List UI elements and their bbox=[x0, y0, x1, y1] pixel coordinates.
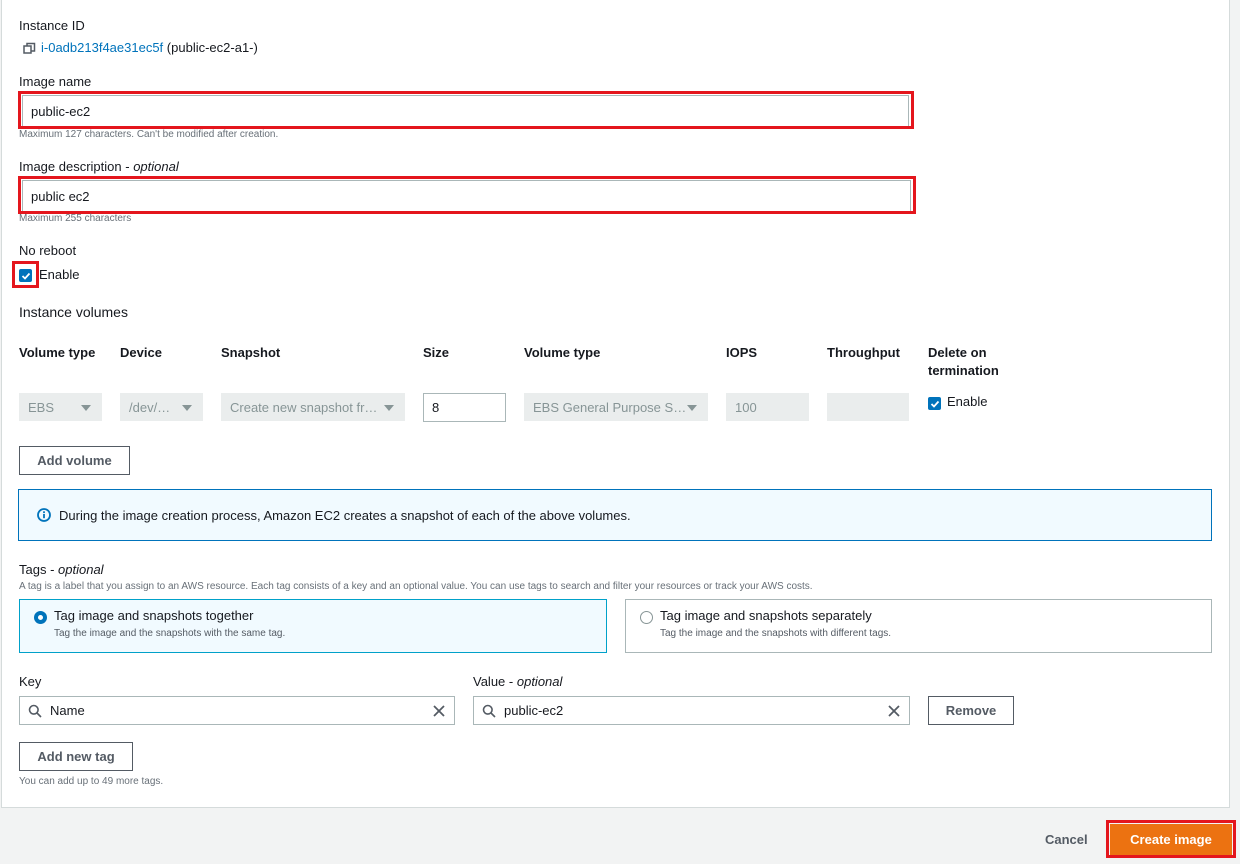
caret-down-icon bbox=[182, 405, 192, 411]
tag-separately-title: Tag image and snapshots separately bbox=[660, 608, 872, 623]
image-description-input[interactable]: public ec2 bbox=[22, 180, 911, 212]
col-header-throughput: Throughput bbox=[827, 345, 900, 360]
cancel-button[interactable]: Cancel bbox=[1045, 832, 1088, 847]
tags-label: Tags bbox=[19, 562, 47, 577]
no-reboot-enable-label: Enable bbox=[39, 267, 80, 282]
tag-together-desc: Tag the image and the snapshots with the… bbox=[54, 628, 286, 639]
col-header-volume-type: Volume type bbox=[19, 345, 96, 360]
image-description-label: Image description bbox=[19, 159, 122, 174]
info-icon bbox=[37, 508, 51, 522]
tag-value-label: Value bbox=[473, 674, 506, 689]
add-new-tag-button[interactable]: Add new tag bbox=[19, 742, 133, 771]
create-image-button[interactable]: Create image bbox=[1110, 824, 1232, 855]
image-name-label: Image name bbox=[19, 74, 92, 89]
iops-input[interactable]: 100 bbox=[726, 393, 809, 421]
ebs-volume-type-value: EBS General Purpose S… bbox=[533, 399, 687, 415]
col-header-size: Size bbox=[423, 345, 450, 360]
no-reboot-label: No reboot bbox=[19, 243, 77, 258]
col-header-ebs-volume-type: Volume type bbox=[524, 345, 601, 360]
remove-tag-button[interactable]: Remove bbox=[928, 696, 1014, 725]
image-description-hint: Maximum 255 characters bbox=[19, 213, 132, 224]
tag-key-input[interactable]: Name bbox=[19, 696, 455, 725]
instance-id-link[interactable]: i-0adb213f4ae31ec5f bbox=[41, 40, 163, 55]
instance-name: (public-ec2-a1-) bbox=[166, 40, 258, 55]
search-icon bbox=[482, 704, 496, 718]
volume-type-value: EBS bbox=[28, 399, 55, 415]
clear-icon[interactable] bbox=[432, 704, 446, 718]
tag-separately-desc: Tag the image and the snapshots with dif… bbox=[660, 628, 892, 639]
throughput-input[interactable] bbox=[827, 393, 909, 421]
volume-type-select[interactable]: EBS bbox=[19, 393, 102, 421]
check-icon bbox=[930, 400, 939, 408]
check-icon bbox=[21, 272, 30, 280]
col-header-snapshot: Snapshot bbox=[221, 345, 281, 360]
device-value: /dev/… bbox=[129, 399, 171, 415]
info-text: During the image creation process, Amazo… bbox=[59, 507, 631, 523]
info-alert: During the image creation process, Amazo… bbox=[18, 489, 1212, 541]
image-name-hint: Maximum 127 characters. Can't be modifie… bbox=[19, 129, 279, 140]
device-select[interactable]: /dev/… bbox=[120, 393, 203, 421]
delete-on-termination-enable-label: Enable bbox=[947, 394, 988, 409]
tags-description: A tag is a label that you assign to an A… bbox=[19, 581, 813, 592]
tag-key-label: Key bbox=[19, 674, 42, 689]
volume-size-input[interactable]: 8 bbox=[423, 393, 506, 422]
clear-icon[interactable] bbox=[887, 704, 901, 718]
radio-unselected-icon bbox=[640, 611, 653, 624]
no-reboot-checkbox[interactable] bbox=[19, 269, 32, 282]
tag-separately-option[interactable]: Tag image and snapshots separately Tag t… bbox=[625, 599, 1212, 653]
copy-icon[interactable] bbox=[23, 42, 36, 55]
tag-value-value: public-ec2 bbox=[504, 703, 564, 718]
col-header-device: Device bbox=[120, 345, 162, 360]
tag-together-option[interactable]: Tag image and snapshots together Tag the… bbox=[19, 599, 607, 653]
optional-tag: optional bbox=[516, 674, 563, 689]
caret-down-icon bbox=[81, 405, 91, 411]
radio-selected-icon bbox=[34, 611, 47, 624]
ebs-volume-type-select[interactable]: EBS General Purpose S… bbox=[524, 393, 708, 421]
instance-id-label: Instance ID bbox=[19, 18, 85, 33]
delete-on-termination-checkbox[interactable] bbox=[928, 397, 941, 410]
caret-down-icon bbox=[384, 405, 394, 411]
caret-down-icon bbox=[687, 405, 697, 411]
image-name-input[interactable]: public-ec2 bbox=[22, 95, 909, 127]
col-header-delete-on-termination: Delete on termination bbox=[928, 345, 999, 378]
optional-tag: optional bbox=[58, 562, 104, 577]
snapshot-select[interactable]: Create new snapshot fr… bbox=[221, 393, 405, 421]
tag-together-title: Tag image and snapshots together bbox=[54, 608, 254, 623]
snapshot-value: Create new snapshot fr… bbox=[230, 399, 378, 415]
search-icon bbox=[28, 704, 42, 718]
tags-limit-hint: You can add up to 49 more tags. bbox=[19, 776, 164, 787]
col-header-iops: IOPS bbox=[726, 345, 758, 360]
instance-volumes-title: Instance volumes bbox=[19, 304, 128, 320]
add-volume-button[interactable]: Add volume bbox=[19, 446, 130, 475]
optional-tag: optional bbox=[133, 159, 179, 174]
tag-key-value: Name bbox=[50, 703, 85, 718]
tag-value-input[interactable]: public-ec2 bbox=[473, 696, 910, 725]
